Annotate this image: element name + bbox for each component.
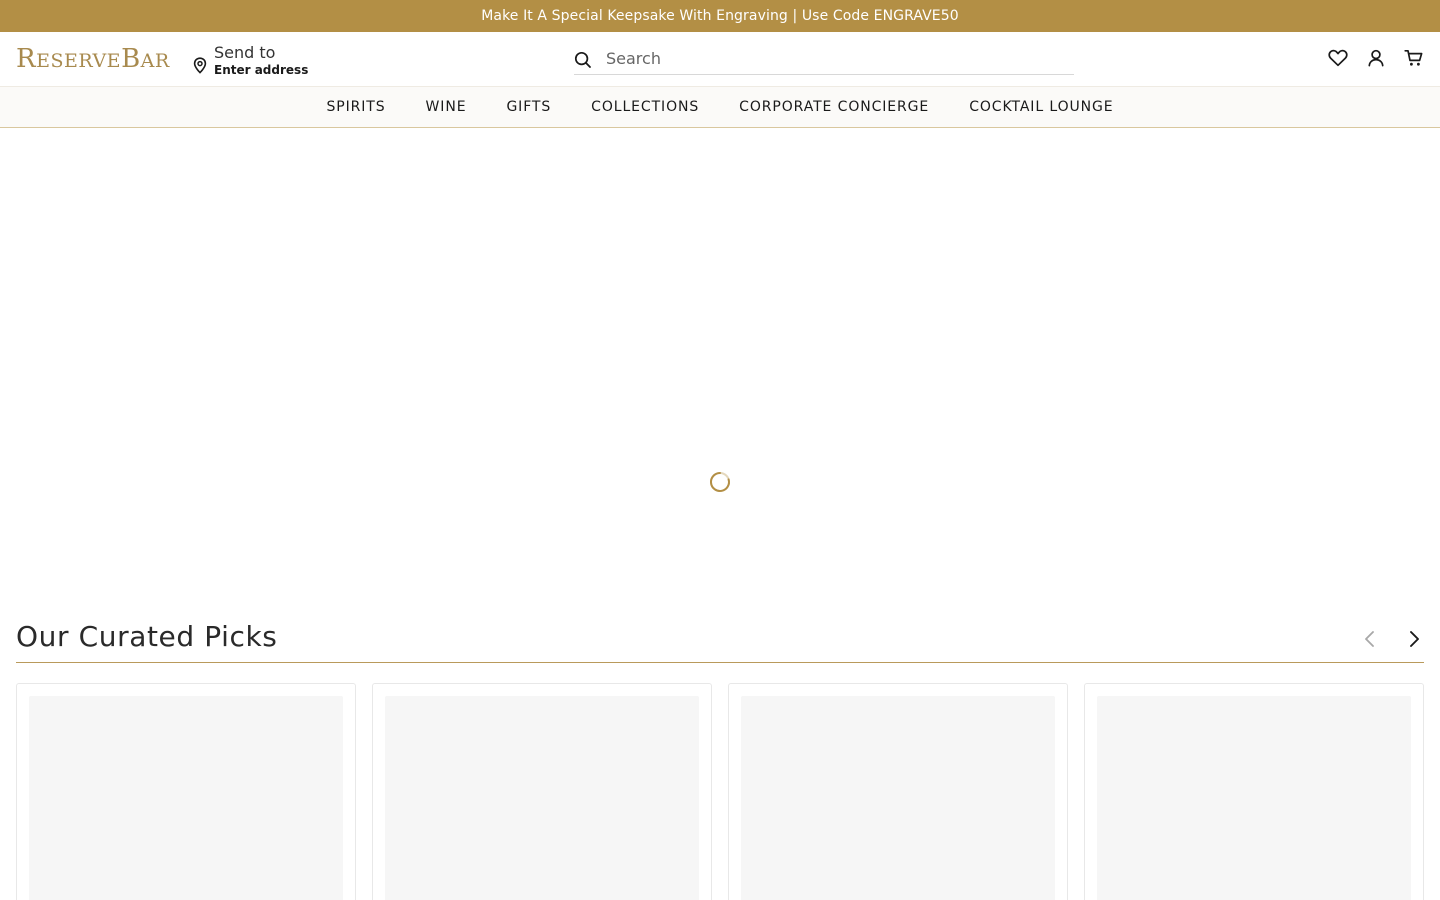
nav-item-gifts[interactable]: GIFTS <box>486 87 571 127</box>
product-image-placeholder <box>741 696 1055 900</box>
user-icon[interactable] <box>1366 47 1386 69</box>
product-card[interactable] <box>1084 683 1424 900</box>
product-card[interactable] <box>372 683 712 900</box>
send-to-address-button[interactable]: Send to Enter address <box>191 44 308 78</box>
main-nav: SPIRITS WINE GIFTS COLLECTIONS CORPORATE… <box>0 86 1440 128</box>
nav-item-cocktail-lounge[interactable]: COCKTAIL LOUNGE <box>949 87 1133 127</box>
location-pin-icon <box>191 56 208 74</box>
site-header: R ESERVE B AR Send to Enter address <box>0 32 1440 86</box>
reservebar-logo[interactable]: R ESERVE B AR <box>16 44 170 74</box>
promo-text: Make It A Special Keepsake With Engravin… <box>481 8 959 24</box>
product-carousel <box>16 683 1424 900</box>
product-image-placeholder <box>385 696 699 900</box>
address-value: Enter address <box>214 63 309 77</box>
curated-picks-header: Our Curated Picks <box>16 618 1424 663</box>
heart-icon[interactable] <box>1328 47 1348 69</box>
nav-item-spirits[interactable]: SPIRITS <box>306 87 405 127</box>
promo-banner[interactable]: Make It A Special Keepsake With Engravin… <box>0 0 1440 32</box>
header-actions <box>1328 47 1424 69</box>
product-card[interactable] <box>16 683 356 900</box>
carousel-controls <box>1360 628 1424 650</box>
hero-banner <box>0 128 1440 598</box>
search-bar <box>574 42 1074 75</box>
cart-icon[interactable] <box>1404 47 1424 69</box>
search-input[interactable] <box>606 43 1046 73</box>
product-image-placeholder <box>1097 696 1411 900</box>
nav-item-collections[interactable]: COLLECTIONS <box>571 87 719 127</box>
section-title: Our Curated Picks <box>16 620 278 653</box>
loading-spinner-icon <box>708 470 732 494</box>
nav-item-wine[interactable]: WINE <box>406 87 487 127</box>
product-image-placeholder <box>29 696 343 900</box>
search-icon[interactable] <box>574 51 592 69</box>
send-to-label: Send to <box>214 43 276 62</box>
product-card[interactable] <box>728 683 1068 900</box>
chevron-left-icon[interactable] <box>1360 628 1380 650</box>
nav-item-corporate-concierge[interactable]: CORPORATE CONCIERGE <box>719 87 949 127</box>
chevron-right-icon[interactable] <box>1404 628 1424 650</box>
